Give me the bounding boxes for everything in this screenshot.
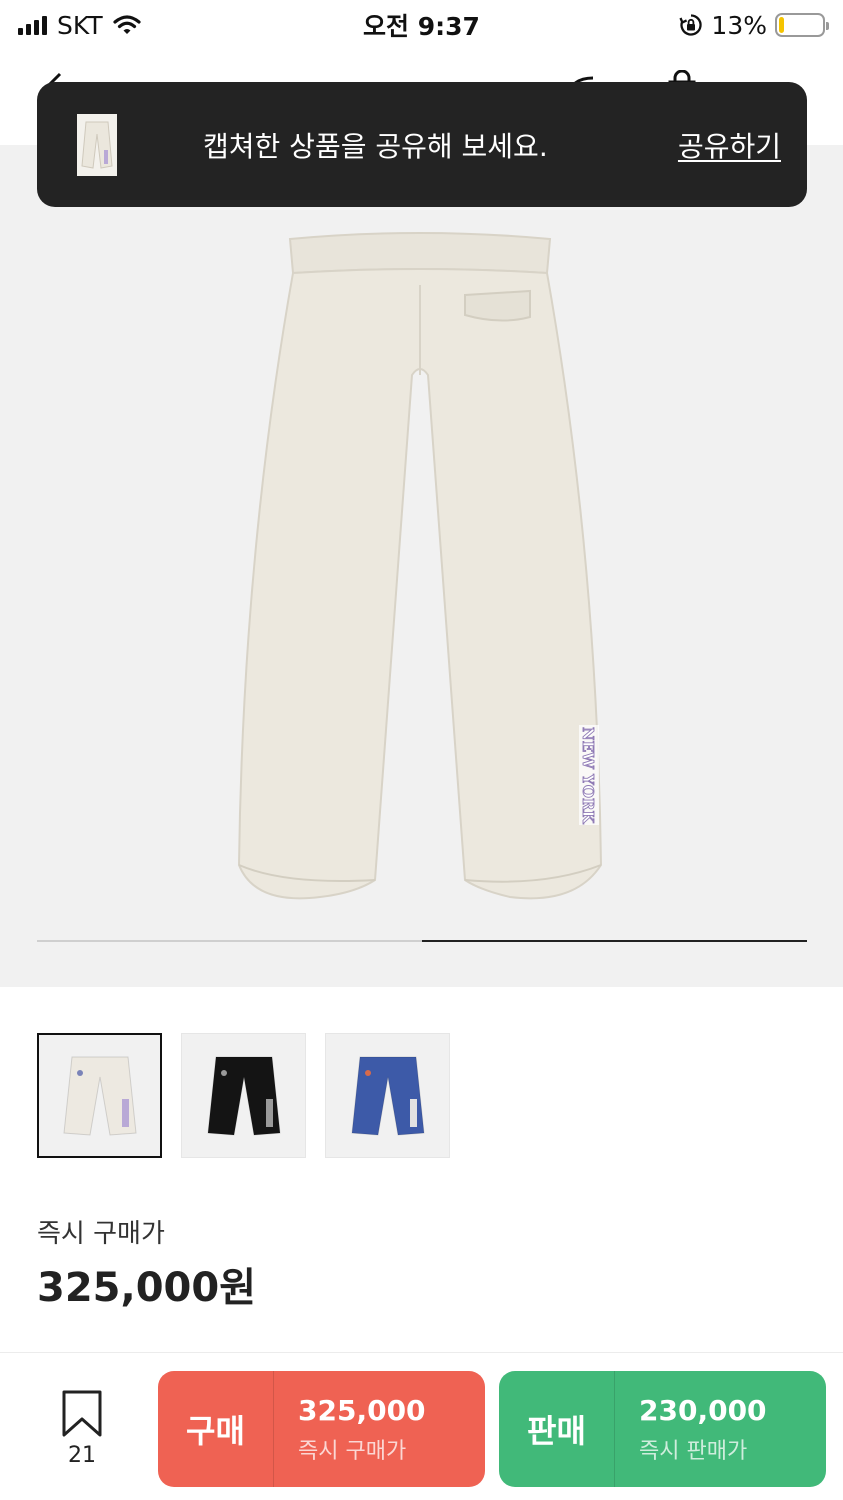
- buy-detail: 325,000 즉시 구매가: [274, 1371, 426, 1487]
- wish-count: 21: [68, 1443, 96, 1468]
- pants-thumbnail-image: [350, 1056, 425, 1136]
- sell-detail: 230,000 즉시 판매가: [615, 1371, 767, 1487]
- buy-button[interactable]: 구매 325,000 즉시 구매가: [158, 1371, 485, 1487]
- thumbnail-item[interactable]: [37, 1033, 162, 1158]
- product-image: NEW YORK: [237, 232, 603, 900]
- toast-share-button[interactable]: 공유하기: [678, 125, 781, 165]
- battery-icon: [775, 13, 829, 37]
- sell-sub-label: 즉시 판매가: [639, 1438, 748, 1464]
- buy-sub-label: 즉시 구매가: [298, 1438, 407, 1464]
- price-value: 325,000원: [37, 1265, 256, 1311]
- orientation-lock-icon: [679, 14, 703, 36]
- battery-percent: 13%: [711, 10, 767, 40]
- carrier-label: SKT: [57, 10, 103, 40]
- sell-button[interactable]: 판매 230,000 즉시 판매가: [499, 1371, 826, 1487]
- gallery-progress-bar: [37, 939, 807, 942]
- wifi-icon: [112, 15, 141, 34]
- bottom-action-bar: 21 구매 325,000 즉시 구매가 판매 230,000 즉시 판매가: [0, 1352, 843, 1500]
- thumbnail-item[interactable]: [181, 1033, 306, 1158]
- status-left: SKT: [18, 11, 141, 40]
- thumbnail-strip: [37, 1033, 450, 1158]
- battery-level: [779, 17, 785, 33]
- gallery-progress-indicator: [422, 939, 807, 942]
- bookmark-icon: [62, 1390, 102, 1437]
- status-right: 13%: [679, 10, 829, 40]
- product-gallery[interactable]: NEW YORK: [0, 145, 843, 987]
- status-bar: SKT 오전 9:37 13%: [0, 0, 843, 50]
- sell-price: 230,000: [639, 1393, 767, 1427]
- buy-label: 구매: [158, 1371, 274, 1487]
- price-label: 즉시 구매가: [37, 1219, 165, 1249]
- buy-price: 325,000: [298, 1393, 426, 1427]
- toast-message: 캡쳐한 상품을 공유해 보세요.: [203, 129, 548, 163]
- pants-thumbnail-image: [206, 1056, 281, 1136]
- thumbnail-item[interactable]: [325, 1033, 450, 1158]
- wish-button[interactable]: 21: [60, 1389, 104, 1468]
- share-toast: 캡쳐한 상품을 공유해 보세요. 공유하기: [37, 82, 807, 207]
- signal-icon: [18, 15, 47, 35]
- sell-label: 판매: [499, 1371, 615, 1487]
- toast-thumbnail: [77, 113, 117, 176]
- pants-thumbnail-image: [62, 1056, 137, 1136]
- product-print-text: NEW YORK: [579, 727, 597, 824]
